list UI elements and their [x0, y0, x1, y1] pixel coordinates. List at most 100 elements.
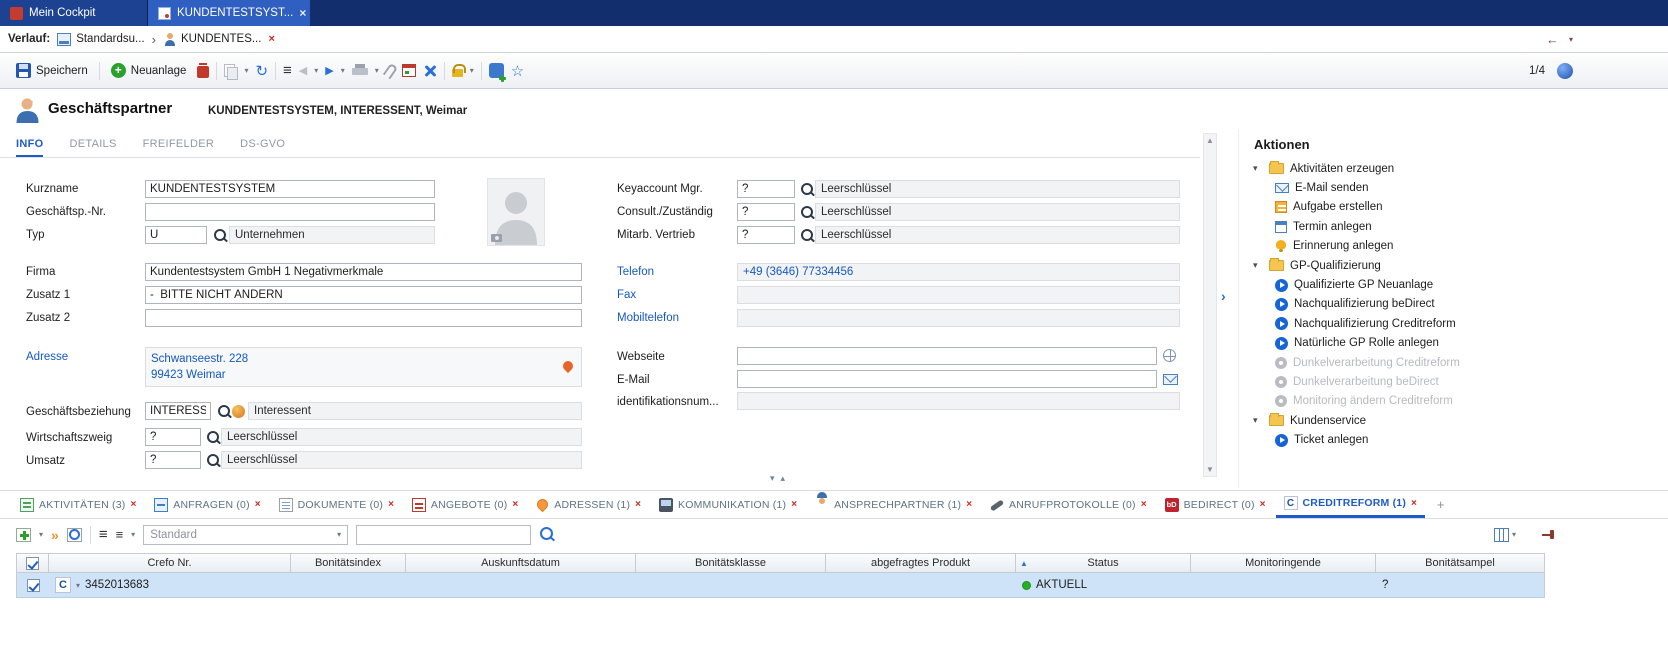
action-natuerliche-gp-rolle[interactable]: Natürliche GP Rolle anlegen: [1239, 334, 1668, 353]
view-options-icon[interactable]: ≡: [116, 527, 124, 542]
scroll-up-icon[interactable]: ▲: [1206, 136, 1214, 145]
tab-dsgvo[interactable]: DS-GVO: [240, 138, 285, 158]
umsatz-lookup-icon[interactable]: [205, 452, 220, 469]
tab-kommunikation[interactable]: KOMMUNIKATION (1) ×: [651, 491, 805, 518]
close-tab-icon[interactable]: ×: [791, 499, 797, 510]
history-item-standardsuche[interactable]: Standardsu...: [57, 33, 144, 46]
close-tab-icon[interactable]: ×: [1141, 499, 1147, 510]
list-search-icon[interactable]: [67, 528, 82, 542]
adresse-city[interactable]: 99423 Weimar: [151, 367, 576, 383]
keyaccount-code-input[interactable]: [737, 180, 795, 198]
navigate-back-icon[interactable]: ◀: [299, 64, 307, 77]
pin-panel-icon[interactable]: [1542, 528, 1556, 542]
action-erinnerung-anlegen[interactable]: Erinnerung anlegen: [1239, 237, 1668, 256]
column-header-status[interactable]: ▲ Status: [1016, 554, 1191, 572]
tab-anrufprotokolle[interactable]: ANRUFPROTOKOLLE (0) ×: [982, 491, 1155, 518]
action-nachqualifizierung-creditreform[interactable]: Nachqualifizierung Creditreform: [1239, 314, 1668, 333]
kurzname-input[interactable]: [145, 180, 435, 198]
add-relation-icon[interactable]: [489, 63, 504, 78]
column-header-abgefragtes-produkt[interactable]: abgefragtes Produkt: [826, 554, 1016, 572]
tab-creditreform[interactable]: C CREDITREFORM (1) ×: [1276, 491, 1425, 518]
telefon-value[interactable]: +49 (3646) 77334456: [743, 266, 853, 278]
adresse-label[interactable]: Adresse: [26, 351, 68, 363]
column-header-bonitaetsklasse[interactable]: Bonitätsklasse: [636, 554, 826, 572]
consult-lookup-icon[interactable]: [799, 204, 814, 221]
print-icon[interactable]: [352, 64, 368, 77]
close-tab-icon[interactable]: ×: [130, 499, 136, 510]
column-header-crefo-nr[interactable]: Crefo Nr.: [49, 554, 291, 572]
action-qualifizierte-gp-neuanlage[interactable]: Qualifizierte GP Neuanlage: [1239, 275, 1668, 294]
tools-icon[interactable]: [423, 64, 437, 78]
remove-history-icon[interactable]: ×: [268, 33, 274, 45]
navigate-forward-icon[interactable]: ▶: [325, 64, 333, 77]
window-tab-mein-cockpit[interactable]: Mein Cockpit: [0, 0, 148, 26]
column-header-bonitaetsampel[interactable]: Bonitätsampel: [1376, 554, 1544, 572]
action-aufgabe-erstellen[interactable]: Aufgabe erstellen: [1239, 198, 1668, 217]
calendar-icon[interactable]: [402, 64, 416, 77]
select-all-checkbox[interactable]: [26, 557, 39, 570]
consult-code-input[interactable]: [737, 203, 795, 221]
tab-angebote[interactable]: ANGEBOTE (0) ×: [404, 491, 526, 518]
table-row[interactable]: C ▾ 3452013683 AKTUELL ?: [16, 573, 1545, 598]
action-group-gp-qualifizierung[interactable]: ▾ GP-Qualifizierung: [1239, 256, 1668, 275]
row-checkbox[interactable]: [27, 579, 40, 592]
close-tab-icon[interactable]: ×: [1260, 499, 1266, 510]
close-tab-icon[interactable]: ×: [512, 499, 518, 510]
action-email-senden[interactable]: E-Mail senden: [1239, 178, 1668, 197]
favorite-star-icon[interactable]: ☆: [511, 62, 524, 80]
webseite-input[interactable]: [737, 347, 1157, 365]
photo-placeholder[interactable]: [487, 178, 545, 246]
delete-icon[interactable]: [197, 63, 209, 78]
typ-lookup-icon[interactable]: [212, 227, 227, 244]
collapse-down-icon[interactable]: ▾: [770, 473, 775, 484]
tab-details[interactable]: DETAILS: [69, 138, 116, 158]
close-tab-icon[interactable]: ×: [635, 499, 641, 510]
tree-collapse-icon[interactable]: ▾: [1253, 163, 1263, 174]
telefon-field[interactable]: +49 (3646) 77334456: [737, 263, 1180, 281]
form-scrollbar[interactable]: ▲ ▼: [1203, 133, 1217, 477]
globe-icon[interactable]: [1163, 349, 1176, 362]
map-icon[interactable]: [561, 359, 575, 373]
tab-dokumente[interactable]: DOKUMENTE (0) ×: [271, 491, 402, 518]
adresse-street[interactable]: Schwanseestr. 228: [151, 351, 576, 367]
close-tab-icon[interactable]: ×: [1411, 498, 1417, 509]
history-item-kundentestsystem[interactable]: KUNDENTES...: [163, 33, 262, 46]
new-record-button[interactable]: + Neuanlage: [107, 60, 191, 81]
navigate-forward-dropdown-icon[interactable]: ▾: [341, 66, 345, 75]
fax-field[interactable]: [737, 286, 1180, 304]
view-select[interactable]: Standard ▾: [143, 525, 348, 545]
close-tab-icon[interactable]: ×: [299, 6, 306, 20]
tab-ansprechpartner[interactable]: ANSPRECHPARTNER (1) ×: [807, 491, 980, 518]
wirtschaftszweig-code-input[interactable]: [145, 428, 201, 446]
keyaccount-lookup-icon[interactable]: [799, 181, 814, 198]
wirtschaftszweig-lookup-icon[interactable]: [205, 429, 220, 446]
refresh-icon[interactable]: ↻: [255, 62, 268, 80]
tab-aktivitaeten[interactable]: AKTIVITÄTEN (3) ×: [12, 491, 144, 518]
column-header-bonitaetsindex[interactable]: Bonitätsindex: [291, 554, 406, 572]
action-group-kundenservice[interactable]: ▾ Kundenservice: [1239, 411, 1668, 430]
close-tab-icon[interactable]: ×: [388, 499, 394, 510]
umsatz-code-input[interactable]: [145, 451, 201, 469]
add-tab-button[interactable]: +: [1427, 491, 1455, 518]
geschaeftsbeziehung-code-input[interactable]: [145, 402, 211, 420]
column-settings-dropdown-icon[interactable]: ▾: [1512, 530, 1516, 539]
action-nachqualifizierung-bedirect[interactable]: Nachqualifizierung beDirect: [1239, 295, 1668, 314]
transfer-icon[interactable]: »: [51, 527, 59, 543]
typ-code-input[interactable]: [145, 226, 207, 244]
mitarb-vertrieb-code-input[interactable]: [737, 226, 795, 244]
tab-freifelder[interactable]: FREIFELDER: [143, 138, 214, 158]
window-tab-kundentestsystem[interactable]: KUNDENTESTSYST... ×: [148, 0, 310, 26]
list-menu-icon[interactable]: ≡: [99, 526, 108, 543]
attachment-icon[interactable]: [383, 62, 398, 79]
zusatz1-input[interactable]: [145, 286, 582, 304]
copy-dropdown-icon[interactable]: ▾: [244, 66, 248, 75]
action-group-aktivitaeten[interactable]: ▾ Aktivitäten erzeugen: [1239, 159, 1668, 178]
record-navigation-icon[interactable]: [1557, 63, 1573, 79]
tree-collapse-icon[interactable]: ▾: [1253, 415, 1263, 426]
adresse-field[interactable]: Schwanseestr. 228 99423 Weimar: [145, 347, 582, 387]
list-search-input[interactable]: [356, 525, 531, 545]
history-dropdown-icon[interactable]: ▾: [1569, 35, 1573, 44]
lock-icon[interactable]: [452, 69, 463, 77]
action-termin-anlegen[interactable]: Termin anlegen: [1239, 217, 1668, 236]
new-entry-dropdown-icon[interactable]: ▾: [39, 530, 43, 539]
